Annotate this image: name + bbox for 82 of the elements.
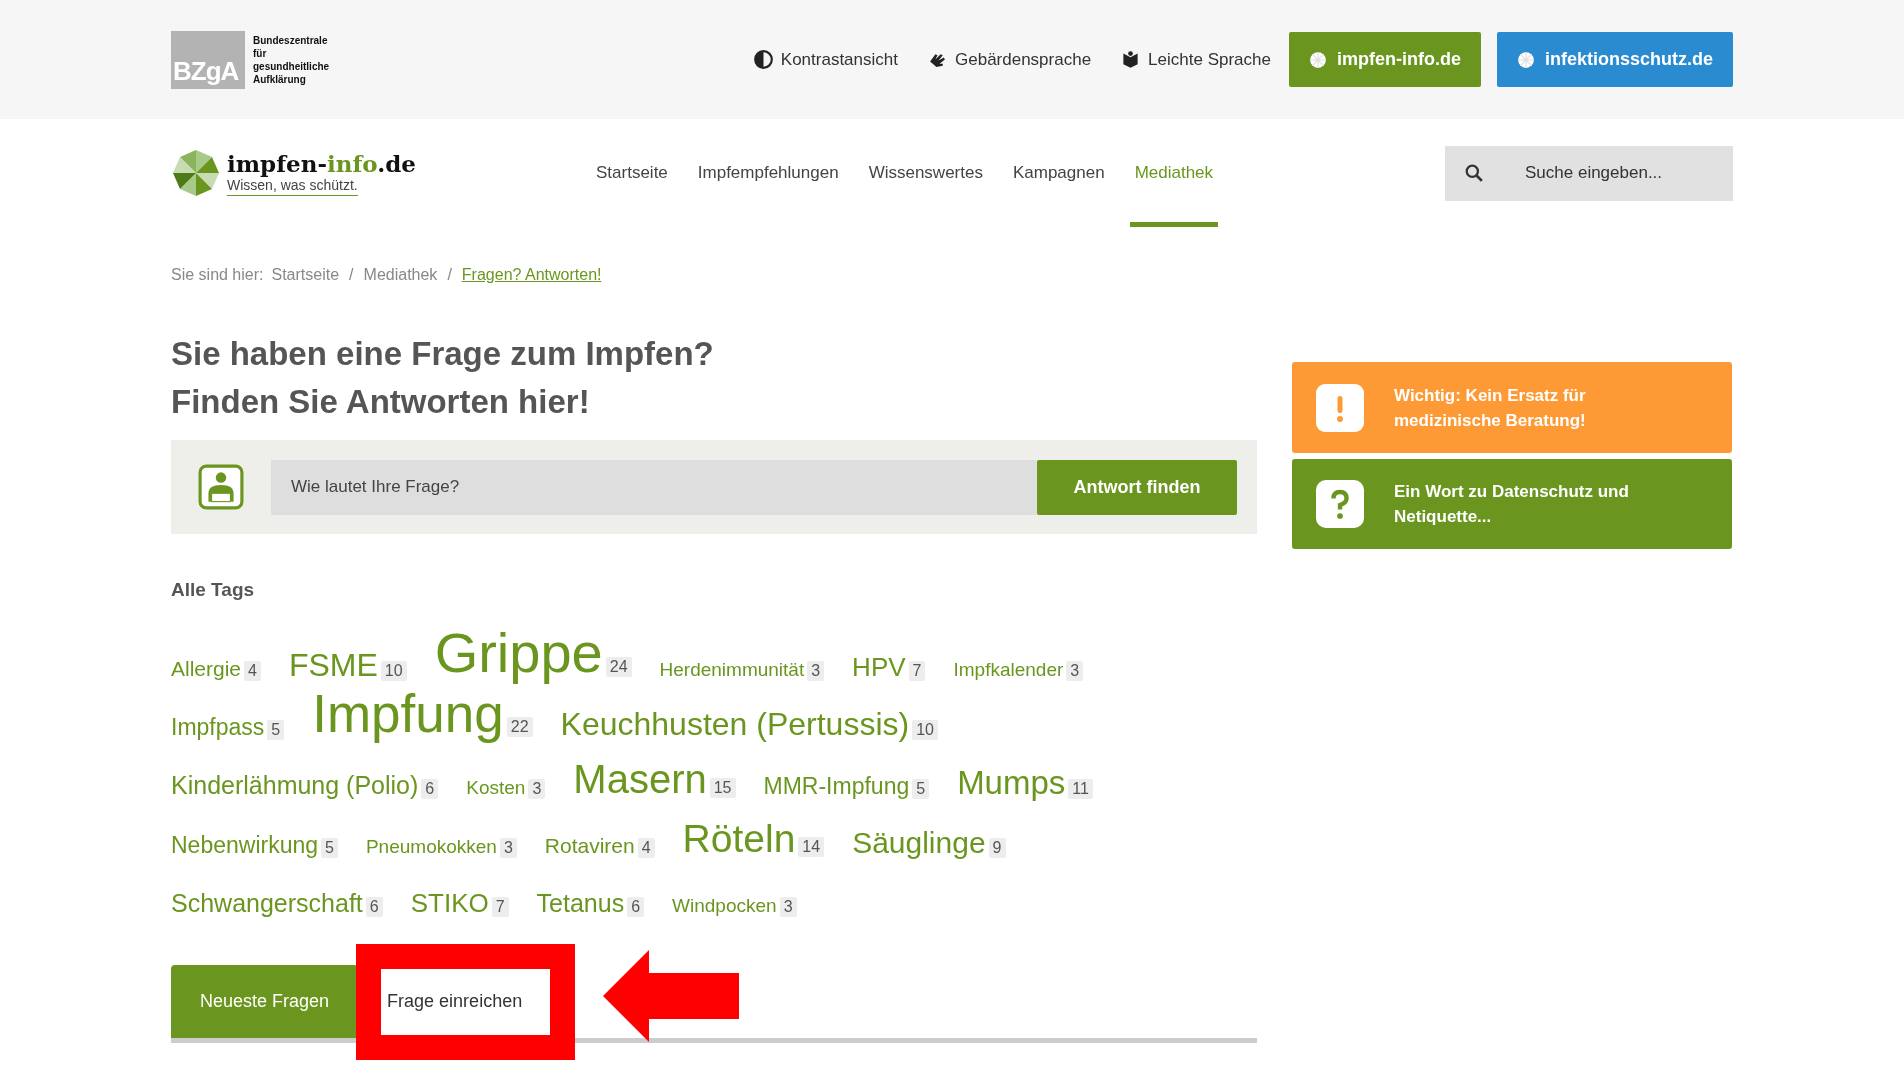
tag-link[interactable]: Masern [573,759,707,799]
flower-icon [1308,50,1327,69]
tag-count: 3 [807,661,825,681]
nav-link[interactable]: Startseite [591,119,673,227]
tag-count: 5 [267,720,285,740]
tag-link[interactable]: HPV [852,654,906,680]
tag-link[interactable]: Schwangerschaft [171,891,363,916]
portal-button[interactable]: impfen-info.de [1288,32,1481,87]
accessibility-link[interactable]: Leichte Sprache [1121,49,1271,70]
tag-link[interactable]: Impfkalender [953,660,1064,679]
breadcrumb-label: Sie sind hier: [171,266,264,284]
tag-link[interactable]: Keuchhusten (Pertussis) [560,708,910,740]
tag-link[interactable]: Herdenimmunität [659,660,805,679]
tag-link[interactable]: Mumps [957,766,1066,799]
page-heading: Sie haben eine Frage zum Impfen? [171,334,714,374]
tag-link[interactable]: Tetanus [536,891,625,916]
question-input[interactable]: Wie lautet Ihre Frage? [271,459,1037,515]
tag-link[interactable]: Allergie [171,658,242,679]
tag-count: 7 [908,661,926,681]
tag-count: 6 [365,897,383,917]
notice-link[interactable]: Wichtig: Kein Ersatz für medizinische Beratung! [1292,362,1732,453]
tag-link[interactable]: Kosten [466,778,526,797]
tag-link[interactable]: Kinderlähmung (Polio) [171,773,419,798]
tag-count: 3 [499,838,517,858]
breadcrumb-separator: / [447,266,452,284]
find-answer-button[interactable]: Antwort finden [1037,459,1237,515]
tag-link[interactable]: Nebenwirkung [171,834,319,857]
tag-link[interactable]: Impfpass [171,716,265,739]
tag-link[interactable]: Pneumokokken [365,837,497,856]
book-icon [1121,50,1141,69]
tag-link[interactable]: Röteln [682,819,796,858]
tags-heading: Alle Tags [171,579,255,601]
tag-count: 4 [244,661,261,681]
flower-icon [1516,50,1535,69]
accessibility-link[interactable]: Gebärdensprache [928,49,1092,70]
logo-pinwheel-icon [171,148,221,198]
portal-button[interactable]: infektionsschutz.de [1496,32,1733,87]
tag-count: 3 [779,897,797,917]
site-logo-name[interactable]: impfen-info.de [227,150,416,177]
tag-count: 3 [1066,661,1084,681]
tag-count: 9 [988,838,1006,858]
exclamation-icon [1316,383,1364,432]
tag-count: 15 [709,778,736,798]
nav-link[interactable]: Kampagnen [1007,119,1110,227]
tag-count: 3 [528,779,546,799]
breadcrumb-link[interactable]: Mediathek [363,266,438,284]
tag-count: 4 [637,838,655,858]
contrast-icon [753,50,773,69]
tag-count: 10 [380,661,407,681]
tag-count: 5 [912,779,930,799]
tag-count: 7 [491,897,509,917]
tag-count: 22 [506,717,533,737]
nav-link[interactable]: Wissenswertes [863,119,988,227]
tag-count: 6 [627,897,645,917]
accessibility-link[interactable]: Kontrastansicht [753,49,898,70]
nav-link[interactable]: Mediathek [1129,119,1219,227]
tag-link[interactable]: Säuglinge [852,828,986,858]
organization-name: Bundeszentrale für gesundheitliche Aufklärung [253,33,331,86]
breadcrumb-link[interactable]: Startseite [271,266,340,284]
search-field[interactable]: Suche eingeben... [1445,145,1733,201]
nav-link[interactable]: Impfempfehlungen [692,119,844,227]
question-icon [1316,480,1364,528]
breadcrumb-link[interactable]: Fragen? Antworten! [461,266,602,284]
tag-link[interactable]: Rotaviren [544,835,635,856]
tag-count: 24 [605,657,632,677]
tab[interactable]: Frage einreichen [358,965,552,1038]
tag-count: 11 [1068,779,1093,799]
notice-link[interactable]: Ein Wort zu Datenschutz und Netiquette... [1292,459,1732,549]
tag-link[interactable]: FSME [288,649,378,681]
page-heading: Finden Sie Antworten hier! [171,382,590,422]
bzga-logo-mark[interactable]: BZgA [171,30,245,89]
tag-count: 10 [912,720,938,740]
tag-count: 14 [798,837,825,857]
person-at-laptop-icon [198,464,244,510]
tag-link[interactable]: MMR-Impfung [763,775,910,798]
tag-link[interactable]: Windpocken [672,896,777,915]
tag-count: 6 [421,779,439,799]
tag-count: 5 [321,838,338,858]
breadcrumb-separator: / [349,266,354,284]
site-tagline: Wissen, was schützt. [227,177,358,196]
tab[interactable]: Neueste Fragen [171,965,359,1038]
tag-link[interactable]: STIKO [410,890,489,916]
